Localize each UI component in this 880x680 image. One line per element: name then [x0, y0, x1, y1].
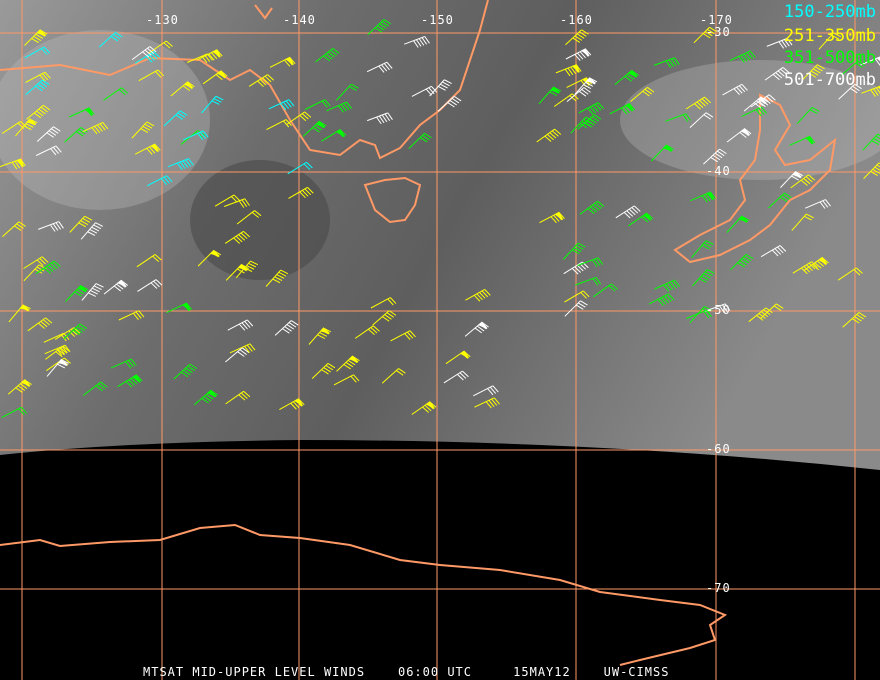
longitude-label: -160: [560, 13, 593, 27]
longitude-label: -140: [283, 13, 316, 27]
dry-slot: [190, 160, 330, 280]
latitude-label: -40: [706, 164, 731, 178]
caption-source: UW-CIMSS: [603, 665, 670, 679]
legend-351-500: 351-500mb: [783, 48, 876, 68]
latitude-label: -50: [706, 303, 731, 317]
legend-251-350: 251-350mb: [783, 26, 876, 46]
satellite-wind-map: 150-250mb 251-350mb 351-500mb 501-700mb …: [0, 0, 880, 680]
longitude-label: -150: [421, 13, 454, 27]
caption-title: MTSAT MID-UPPER LEVEL WINDS: [143, 665, 366, 679]
map-canvas: [0, 0, 880, 680]
antarctica-coast: [0, 523, 728, 666]
legend-150-250: 150-250mb: [783, 2, 876, 22]
caption-date: 15MAY12: [513, 665, 571, 679]
caption-time: 06:00 UTC: [397, 665, 473, 679]
legend-501-700: 501-700mb: [783, 70, 876, 90]
longitude-label: -130: [146, 13, 179, 27]
caption: MTSAT MID-UPPER LEVEL WINDS 06:00 UTC 15…: [143, 665, 669, 679]
latitude-label: -30: [706, 25, 731, 39]
latitude-label: -70: [706, 581, 731, 595]
latitude-label: -60: [706, 442, 731, 456]
